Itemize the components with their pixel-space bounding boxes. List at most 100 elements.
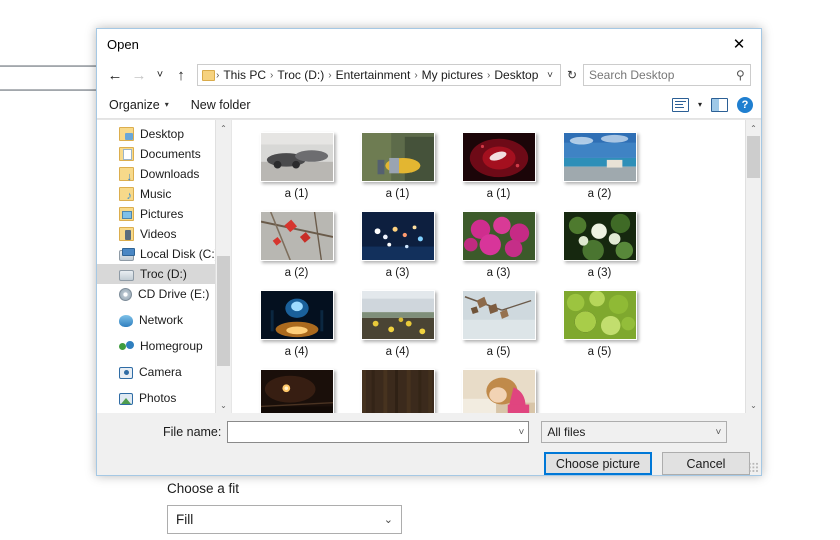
view-options-icon[interactable] — [672, 98, 689, 112]
file-thumbnail — [260, 132, 334, 182]
choose-picture-button[interactable]: Choose picture — [544, 452, 652, 475]
file-item[interactable]: a (5) — [549, 290, 650, 358]
dialog-footer: File name: ˅ All files ˅ Choose picture … — [97, 413, 761, 475]
scroll-up-icon[interactable]: ⌃ — [216, 120, 231, 136]
file-name: a (5) — [487, 346, 511, 358]
sidebar-item-troc-d[interactable]: Troc (D:) — [97, 264, 215, 284]
file-list-scroll-thumb[interactable] — [747, 136, 760, 178]
thumbnail-image — [564, 212, 636, 260]
file-item[interactable]: a (6) — [347, 369, 448, 413]
file-thumbnail — [260, 211, 334, 261]
sidebar-item-music[interactable]: Music — [97, 184, 215, 204]
file-thumbnail — [462, 369, 536, 413]
breadcrumb-item-this-pc[interactable]: This PC — [220, 68, 269, 82]
file-item[interactable]: a (3) — [549, 211, 650, 279]
file-thumbnail — [260, 290, 334, 340]
file-list-pane[interactable]: a (1) a — [231, 120, 745, 413]
cd-drive-icon — [119, 288, 132, 301]
sidebar-item-camera[interactable]: Camera — [97, 362, 215, 382]
network-icon — [119, 315, 133, 327]
breadcrumb-item-desktop[interactable]: Desktop — [491, 68, 541, 82]
camera-icon — [119, 367, 133, 379]
sidebar-item-local-disk-c[interactable]: Local Disk (C:) — [97, 244, 215, 264]
file-item[interactable]: a (4) — [347, 290, 448, 358]
organize-menu[interactable]: Organize ▾ — [109, 98, 169, 112]
address-breadcrumb-bar[interactable]: › This PC › Troc (D:) › Entertainment › … — [197, 64, 561, 86]
sidebar-scrollbar[interactable]: ⌃ ⌄ — [215, 120, 231, 413]
sidebar-item-network[interactable]: Network — [97, 310, 215, 330]
breadcrumb-item-entertainment[interactable]: Entertainment — [333, 68, 414, 82]
file-thumbnail — [563, 132, 637, 182]
sidebar-item-label: Music — [140, 187, 171, 201]
file-item[interactable]: a (2) — [549, 132, 650, 200]
navigation-bar: ← → ˅ ↑ › This PC › Troc (D:) › Entertai… — [97, 59, 761, 91]
fit-dropdown-value: Fill — [176, 512, 193, 527]
file-thumbnail — [462, 290, 536, 340]
file-list-scrollbar[interactable]: ⌃ ⌄ — [745, 120, 761, 413]
forward-button[interactable]: → — [127, 63, 151, 87]
file-item[interactable]: a (1) — [448, 132, 549, 200]
file-item[interactable]: a (1) — [347, 132, 448, 200]
file-item[interactable]: a (6) — [246, 369, 347, 413]
chevron-down-icon[interactable]: ▾ — [698, 100, 702, 109]
file-item[interactable]: a (5) — [448, 290, 549, 358]
sidebar-item-cd-drive-e[interactable]: CD Drive (E:) — [97, 284, 215, 304]
sidebar-item-label: Photos — [139, 391, 176, 405]
thumbnail-image — [261, 133, 333, 181]
open-file-dialog: Open ✕ ← → ˅ ↑ › This PC › Troc (D:) › E… — [96, 28, 762, 476]
file-thumbnail — [361, 290, 435, 340]
file-item[interactable]: a (2) — [246, 211, 347, 279]
preview-pane-icon[interactable] — [711, 98, 728, 112]
drive-icon — [119, 270, 134, 281]
file-thumbnail — [563, 290, 637, 340]
cancel-button[interactable]: Cancel — [662, 452, 750, 475]
sidebar-item-label: Documents — [140, 147, 201, 161]
scroll-down-icon[interactable]: ⌄ — [216, 397, 231, 413]
back-button[interactable]: ← — [103, 63, 127, 87]
file-item[interactable]: a (3) — [347, 211, 448, 279]
file-item[interactable]: a (3) — [448, 211, 549, 279]
help-icon[interactable]: ? — [737, 97, 753, 113]
sidebar-item-videos[interactable]: Videos — [97, 224, 215, 244]
file-name-row: File name: ˅ All files ˅ — [107, 421, 751, 443]
photos-icon — [119, 393, 133, 405]
sidebar-item-downloads[interactable]: Downloads — [97, 164, 215, 184]
file-name: a (4) — [386, 346, 410, 358]
fit-dropdown[interactable]: Fill ⌄ — [167, 505, 402, 534]
sidebar-item-label: Troc (D:) — [140, 267, 187, 281]
sidebar-item-label: Homegroup — [140, 339, 203, 353]
file-list-scroll-track[interactable] — [746, 136, 761, 397]
file-type-filter[interactable]: All files ˅ — [541, 421, 727, 443]
resize-grip[interactable] — [748, 462, 759, 473]
file-item[interactable]: a (7) — [448, 369, 549, 413]
file-item[interactable]: a (1) — [246, 132, 347, 200]
breadcrumb-item-troc-d[interactable]: Troc (D:) — [274, 68, 327, 82]
sidebar-item-desktop[interactable]: Desktop — [97, 124, 215, 144]
sidebar-item-photos[interactable]: Photos — [97, 388, 215, 408]
thumbnail-image — [261, 370, 333, 413]
sidebar-item-documents[interactable]: Documents — [97, 144, 215, 164]
chevron-down-icon: ▾ — [165, 100, 169, 109]
search-input[interactable]: Search Desktop ⚲ — [583, 64, 751, 86]
recent-locations-button[interactable]: ˅ — [151, 63, 169, 87]
refresh-icon[interactable]: ↻ — [561, 64, 583, 86]
drive-icon — [119, 250, 134, 261]
chevron-down-icon[interactable]: ˅ — [519, 427, 525, 438]
scroll-up-icon[interactable]: ⌃ — [746, 120, 761, 136]
thumbnail-image — [564, 291, 636, 339]
sidebar-item-pictures[interactable]: Pictures — [97, 204, 215, 224]
sidebar-scroll-track[interactable] — [216, 136, 231, 397]
breadcrumb-item-my-pictures[interactable]: My pictures — [419, 68, 486, 82]
sidebar-scroll-thumb[interactable] — [217, 256, 230, 366]
file-name-input[interactable]: ˅ — [227, 421, 529, 443]
search-icon: ⚲ — [736, 68, 745, 82]
file-item[interactable]: a (4) — [246, 290, 347, 358]
chevron-down-icon[interactable]: ˅ — [542, 70, 558, 81]
thumbnail-image — [463, 370, 535, 413]
new-folder-button[interactable]: New folder — [191, 98, 251, 112]
scroll-down-icon[interactable]: ⌄ — [746, 397, 761, 413]
close-icon[interactable]: ✕ — [717, 29, 761, 59]
up-button[interactable]: ↑ — [169, 63, 193, 87]
sidebar-item-homegroup[interactable]: Homegroup — [97, 336, 215, 356]
folder-icon — [202, 70, 215, 81]
